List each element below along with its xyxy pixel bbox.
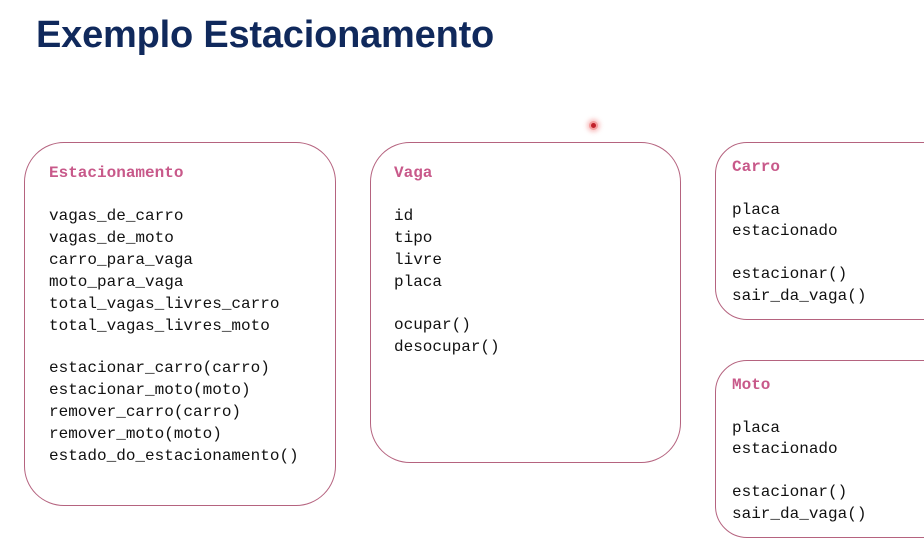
method: estacionar_moto(moto) bbox=[49, 381, 251, 399]
class-box-vaga: Vaga id tipo livre placa ocupar() desocu… bbox=[370, 142, 681, 463]
attribute: estacionado bbox=[732, 440, 838, 458]
method: remover_moto(moto) bbox=[49, 425, 222, 443]
attribute: total_vagas_livres_carro bbox=[49, 295, 280, 313]
attribute: placa bbox=[732, 201, 781, 219]
class-name: Moto bbox=[732, 376, 771, 394]
attribute: tipo bbox=[394, 229, 433, 247]
attribute: placa bbox=[394, 273, 443, 291]
method: estacionar() bbox=[732, 483, 848, 501]
method: desocupar() bbox=[394, 338, 500, 356]
attribute: estacionado bbox=[732, 222, 838, 240]
method: remover_carro(carro) bbox=[49, 403, 242, 421]
laser-pointer-icon bbox=[589, 121, 598, 130]
method: sair_da_vaga() bbox=[732, 505, 867, 523]
class-box-estacionamento: Estacionamento vagas_de_carro vagas_de_m… bbox=[24, 142, 336, 506]
attribute: livre bbox=[394, 251, 443, 269]
method: ocupar() bbox=[394, 316, 471, 334]
attribute: total_vagas_livres_moto bbox=[49, 317, 270, 335]
class-name: Carro bbox=[732, 158, 781, 176]
attribute: vagas_de_carro bbox=[49, 207, 184, 225]
method: estacionar_carro(carro) bbox=[49, 359, 270, 377]
attribute: moto_para_vaga bbox=[49, 273, 184, 291]
class-name: Estacionamento bbox=[49, 164, 184, 182]
method: sair_da_vaga() bbox=[732, 287, 867, 305]
method: estacionar() bbox=[732, 265, 848, 283]
class-name: Vaga bbox=[394, 164, 433, 182]
method: estado_do_estacionamento() bbox=[49, 447, 299, 465]
slide-title: Exemplo Estacionamento bbox=[36, 14, 495, 56]
slide: Exemplo Estacionamento Estacionamento va… bbox=[0, 0, 924, 548]
class-box-moto: Moto placa estacionado estacionar() sair… bbox=[715, 360, 924, 538]
attribute: carro_para_vaga bbox=[49, 251, 194, 269]
attribute: id bbox=[394, 207, 414, 225]
class-box-carro: Carro placa estacionado estacionar() sai… bbox=[715, 142, 924, 320]
attribute: vagas_de_moto bbox=[49, 229, 174, 247]
attribute: placa bbox=[732, 419, 781, 437]
